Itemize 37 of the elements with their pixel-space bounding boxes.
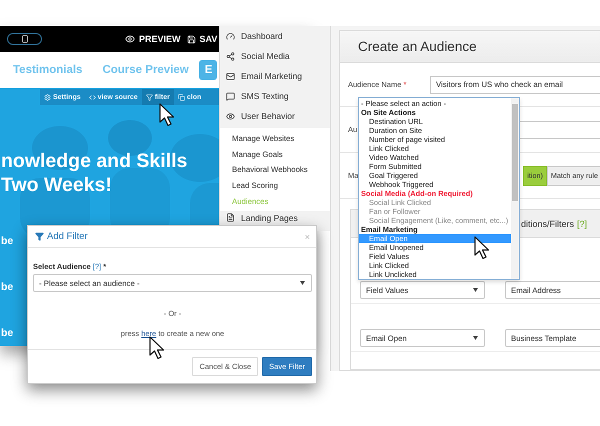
sidebar-item[interactable]: Social Media	[226, 46, 330, 66]
share-icon	[226, 52, 235, 60]
chat-icon	[226, 92, 235, 100]
phone-icon	[20, 35, 28, 43]
preview-button[interactable]: PREVIEW	[125, 34, 181, 44]
save-button[interactable]: SAV	[186, 34, 218, 44]
hero-text: be	[1, 281, 14, 293]
sidebar-item[interactable]: Dashboard	[226, 26, 330, 46]
filter-icon	[35, 232, 44, 241]
code-icon	[88, 94, 96, 100]
cursor-icon	[474, 236, 490, 260]
eye-icon	[226, 112, 235, 120]
envelope-icon	[226, 72, 235, 80]
page-icon	[226, 213, 235, 222]
caret-icon	[300, 281, 305, 285]
sidebar-item[interactable]: User Behavior	[226, 106, 330, 126]
copy-icon	[178, 94, 185, 100]
panel-title: Create an Audience	[358, 39, 477, 54]
hero-text: be	[1, 327, 14, 339]
sidebar-item[interactable]: SMS Texting	[226, 86, 330, 106]
dialog-title: Add Filter	[35, 231, 88, 242]
settings-icon	[44, 94, 51, 100]
hero-text: be	[1, 235, 14, 247]
section-title: ditions/Filters	[521, 218, 574, 228]
filter-icon	[146, 94, 153, 100]
hero-headline: nowledge and Skills Two Weeks!	[0, 149, 188, 197]
gauge-icon	[226, 32, 235, 40]
caret-icon	[473, 288, 478, 292]
save-icon	[186, 34, 196, 44]
cursor-icon	[159, 103, 175, 127]
cursor-icon	[149, 336, 165, 360]
scrollbar[interactable]	[511, 98, 519, 279]
device-toggle[interactable]	[7, 33, 42, 45]
sidebar-item[interactable]: Email Marketing	[226, 66, 330, 86]
caret-icon	[473, 336, 478, 340]
action-dropdown[interactable]	[358, 97, 520, 280]
eye-icon	[125, 34, 135, 44]
